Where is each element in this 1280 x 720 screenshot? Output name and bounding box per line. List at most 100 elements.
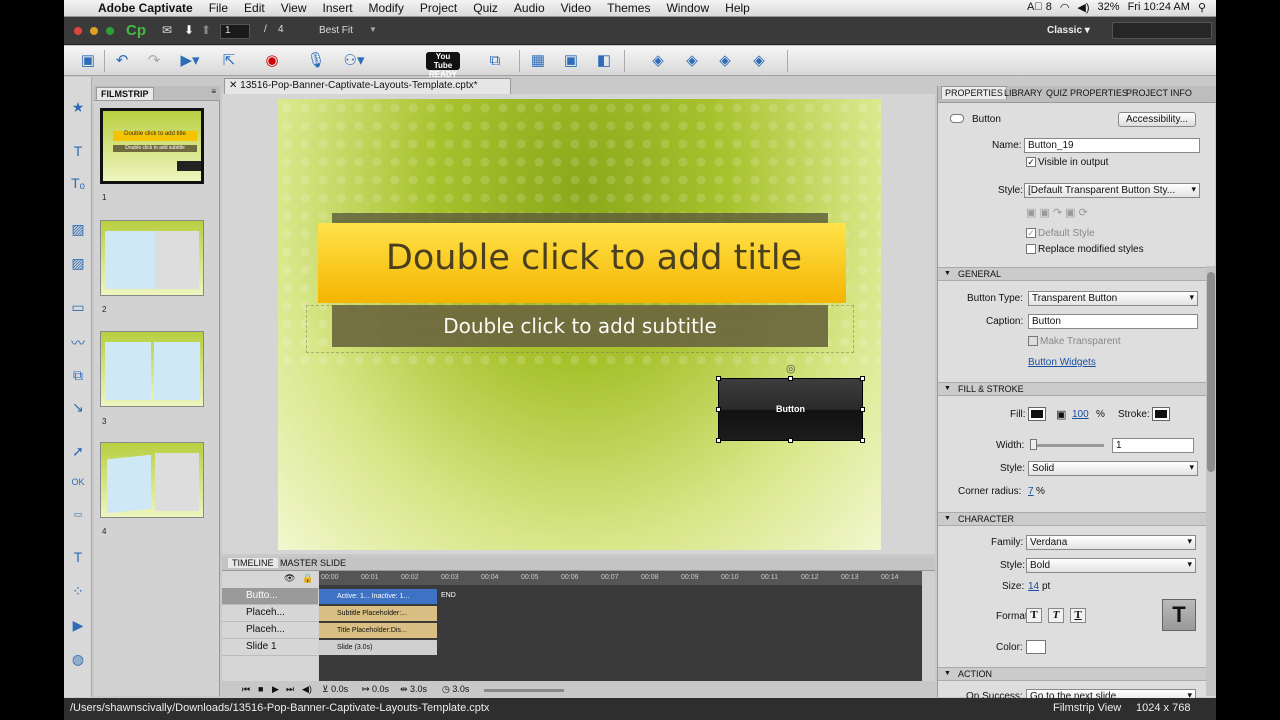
microphone-icon[interactable]: 🎙 xyxy=(306,51,326,71)
width-slider[interactable] xyxy=(1032,444,1104,447)
youtube-publish-button[interactable]: You Tube READY xyxy=(426,52,460,79)
replace-styles-checkbox[interactable] xyxy=(1026,244,1036,254)
text-entry-box-icon[interactable]: ▭ xyxy=(64,509,92,520)
tab-quiz-properties[interactable]: QUIZ PROPERTIES xyxy=(1046,88,1128,98)
spotlight-icon[interactable]: ⚲ xyxy=(1198,1,1206,14)
resize-handle[interactable] xyxy=(716,438,721,443)
text-animation-icon[interactable]: T xyxy=(64,549,92,565)
resize-handle[interactable] xyxy=(716,407,721,412)
resize-handle[interactable] xyxy=(716,376,721,381)
redo-icon[interactable]: ↷ xyxy=(144,51,164,71)
forward-icon[interactable]: ⏭ xyxy=(286,684,294,695)
zoom-slider[interactable] xyxy=(484,689,564,692)
close-window-button[interactable] xyxy=(74,27,82,35)
font-color-swatch[interactable] xyxy=(1026,640,1046,654)
rewind-icon[interactable]: ⏮ xyxy=(242,684,250,695)
action-section-header[interactable]: ACTION xyxy=(938,667,1206,681)
fill-alpha-value[interactable]: 100 xyxy=(1072,409,1089,420)
timeline-grid[interactable]: 00:00 00:01 00:02 00:03 00:04 00:05 00:0… xyxy=(319,571,922,685)
rollover-caption-icon[interactable]: Tₒ xyxy=(64,175,92,191)
search-input[interactable] xyxy=(1112,22,1212,39)
menu-video[interactable]: Video xyxy=(553,1,599,15)
play-icon[interactable]: ▶ xyxy=(272,684,279,695)
stroke-style-select[interactable]: Solid xyxy=(1028,461,1198,476)
menu-modify[interactable]: Modify xyxy=(361,1,412,15)
timeline-bar-subtitle[interactable]: Subtitle Placeholder:... xyxy=(319,606,437,621)
caption-field[interactable]: Button xyxy=(1028,314,1198,329)
publish-icon[interactable]: ⇱ xyxy=(219,51,239,71)
zoom-area-icon[interactable]: ⧉ xyxy=(64,367,92,384)
widget-icon[interactable]: ⁘ xyxy=(64,583,92,600)
slide-number-input[interactable]: 1 xyxy=(220,24,250,39)
fill-stroke-section-header[interactable]: FILL & STROKE xyxy=(938,382,1206,396)
fill-color-swatch[interactable] xyxy=(1028,407,1046,421)
width-slider-thumb[interactable] xyxy=(1030,439,1037,450)
name-field[interactable]: Button_19 xyxy=(1024,138,1200,153)
send-backward-icon[interactable]: ◈ xyxy=(682,51,702,71)
stroke-color-swatch[interactable] xyxy=(1152,407,1170,421)
slide-thumbnail-3[interactable] xyxy=(100,331,204,407)
properties-scrollbar-thumb[interactable] xyxy=(1207,272,1215,472)
preview-icon[interactable]: ▶▾ xyxy=(176,51,204,71)
rollover-image-icon[interactable]: ▨ xyxy=(64,255,92,272)
menu-edit[interactable]: Edit xyxy=(236,1,273,15)
title-placeholder[interactable]: Double click to add title xyxy=(318,223,846,303)
timeline-layer[interactable]: Slide 1 xyxy=(222,639,318,656)
wifi-icon[interactable]: ◠ xyxy=(1060,1,1070,14)
button-widgets-link[interactable]: Button Widgets xyxy=(1028,357,1096,368)
grid-icon[interactable]: ▦ xyxy=(528,51,548,71)
menu-clock[interactable]: Fri 10:24 AM xyxy=(1128,1,1190,14)
character-section-header[interactable]: CHARACTER xyxy=(938,512,1206,526)
visible-checkbox[interactable]: ✓ xyxy=(1026,157,1036,167)
font-size-value[interactable]: 14 xyxy=(1028,581,1039,592)
close-icon[interactable]: ✕ xyxy=(229,80,240,91)
bold-button[interactable]: T xyxy=(1026,608,1042,623)
menu-view[interactable]: View xyxy=(273,1,315,15)
menu-quiz[interactable]: Quiz xyxy=(465,1,506,15)
timeline-bar-title[interactable]: Title Placeholder:Dis... xyxy=(319,623,437,638)
next-slide-icon[interactable]: ⬇ xyxy=(184,23,194,37)
library-icon[interactable]: ⧉ xyxy=(484,51,506,71)
font-style-select[interactable]: Bold xyxy=(1026,558,1196,573)
menu-insert[interactable]: Insert xyxy=(315,1,361,15)
corner-radius-value[interactable]: 7 xyxy=(1028,486,1034,497)
adobe-icon[interactable]: A⃞ 8 xyxy=(1027,1,1052,14)
zoom-window-button[interactable] xyxy=(106,27,114,35)
audio-icon[interactable]: ◀) xyxy=(302,684,312,695)
tab-library[interactable]: LIBRARY xyxy=(1004,88,1042,98)
slide-canvas[interactable]: Double click to add title Double click t… xyxy=(278,99,881,550)
click-box-icon[interactable]: ➚ xyxy=(64,443,92,460)
bring-forward-icon[interactable]: ◈ xyxy=(648,51,668,71)
slide-thumbnail-2[interactable] xyxy=(100,220,204,296)
timeline-layer[interactable]: Placeh... xyxy=(222,605,318,622)
underline-button[interactable]: T xyxy=(1070,608,1086,623)
document-tab[interactable]: ✕ 13516-Pop-Banner-Captivate-Layouts-Tem… xyxy=(224,78,511,94)
slide-thumbnail-4[interactable] xyxy=(100,442,204,518)
default-style-checkbox[interactable]: ✓ xyxy=(1026,228,1036,238)
menu-audio[interactable]: Audio xyxy=(506,1,553,15)
bring-to-front-icon[interactable]: ◈ xyxy=(715,51,735,71)
button-icon[interactable]: OK xyxy=(64,477,92,487)
width-field[interactable]: 1 xyxy=(1112,438,1194,453)
minimize-window-button[interactable] xyxy=(90,27,98,35)
send-to-back-icon[interactable]: ◈ xyxy=(749,51,769,71)
tab-master-slide[interactable]: MASTER SLIDE xyxy=(276,558,350,568)
align-icon[interactable]: ◧ xyxy=(594,51,614,71)
battery-status[interactable]: 32% xyxy=(1098,1,1120,14)
timeline-ruler[interactable]: 00:00 00:01 00:02 00:03 00:04 00:05 00:0… xyxy=(319,571,922,585)
tab-timeline[interactable]: TIMELINE xyxy=(228,558,278,568)
highlight-box-icon[interactable]: ▭ xyxy=(64,299,92,316)
menu-themes[interactable]: Themes xyxy=(599,1,658,15)
tab-project-info[interactable]: PROJECT INFO xyxy=(1126,88,1192,98)
menu-help[interactable]: Help xyxy=(717,1,758,15)
timeline-bar-slide[interactable]: Slide (3.0s) xyxy=(319,640,437,655)
timeline-bar-button[interactable]: Active: 1... Inactive: 1... xyxy=(319,589,437,604)
workspace-switcher[interactable]: Classic ▾ xyxy=(1047,25,1090,36)
tab-properties[interactable]: PROPERTIES xyxy=(941,86,1007,99)
image-icon[interactable]: ▨ xyxy=(64,221,92,238)
star-icon[interactable]: ★ xyxy=(64,99,92,116)
font-family-select[interactable]: Verdana xyxy=(1026,535,1196,550)
text-format-menu-button[interactable]: T xyxy=(1162,599,1196,631)
slide-thumbnail-1[interactable]: Double click to add title Double click t… xyxy=(100,108,204,184)
tab-filmstrip[interactable]: FILMSTRIP xyxy=(96,87,154,100)
